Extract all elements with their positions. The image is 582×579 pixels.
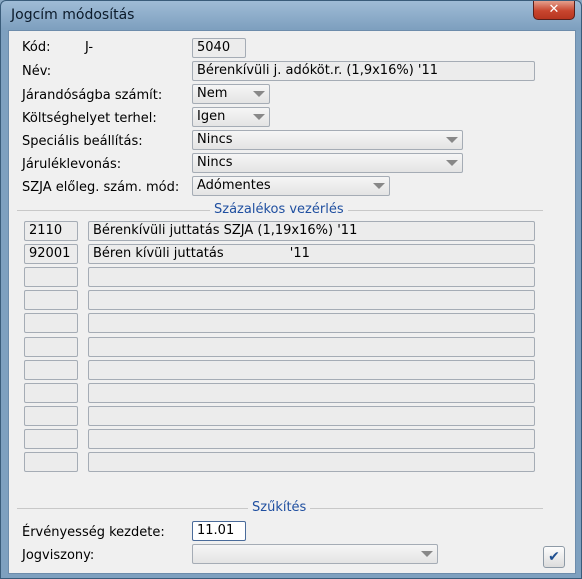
row-name-field[interactable] [88, 290, 535, 310]
row-name-field[interactable]: Bérenkívüli juttatás SZJA (1,19x16%) '11 [88, 221, 535, 241]
row-code-field[interactable] [24, 452, 78, 472]
row-code-field[interactable]: 92001 [24, 244, 78, 264]
row-name-field[interactable] [88, 313, 535, 333]
specialis-value: Nincs [197, 132, 233, 147]
row-name-field[interactable] [88, 337, 535, 357]
jarulek-select[interactable]: Nincs [192, 153, 463, 173]
szazalekos-section-title: Százalékos vezérlés [210, 202, 348, 217]
jarandosag-label: Járandóságba számít: [22, 88, 163, 103]
chevron-down-icon [253, 114, 265, 120]
row-name-field[interactable] [88, 406, 535, 426]
nev-label: Név: [22, 64, 52, 79]
row-code-field[interactable]: 2110 [24, 221, 78, 241]
chevron-down-icon [253, 91, 265, 97]
row-code-field[interactable] [24, 290, 78, 310]
row-code-field[interactable] [24, 337, 78, 357]
row-name-field[interactable] [88, 383, 535, 403]
ok-button[interactable]: ✔ [543, 546, 565, 568]
dialog-client-area: Kód: J- 5040 Név: Bérenkívüli j. adóköt.… [8, 30, 576, 574]
szja-label: SZJA előleg. szám. mód: [22, 180, 180, 195]
checkmark-icon: ✔ [548, 549, 560, 565]
chevron-down-icon [421, 551, 433, 557]
row-name-field[interactable]: Béren kívüli juttatás '11 [88, 244, 535, 264]
koltseghely-label: Költséghelyet terhel: [22, 111, 157, 126]
specialis-label: Speciális beállítás: [22, 134, 143, 149]
row-name-field[interactable] [88, 267, 535, 287]
row-name-field[interactable] [88, 360, 535, 380]
ervenyesseg-label: Érvényesség kezdete: [22, 525, 165, 540]
row-code-field[interactable] [24, 360, 78, 380]
row-code-field[interactable] [24, 406, 78, 426]
chevron-down-icon [446, 160, 458, 166]
row-name-field[interactable] [88, 429, 535, 449]
chevron-down-icon [373, 183, 385, 189]
kod-field[interactable]: 5040 [192, 38, 246, 58]
koltseghely-value: Igen [197, 109, 226, 124]
row-code-field[interactable] [24, 313, 78, 333]
window-title: Jogcím módosítás [11, 7, 135, 23]
szja-value: Adómentes [197, 178, 271, 193]
jogviszony-select[interactable] [192, 544, 438, 564]
szja-select[interactable]: Adómentes [192, 176, 390, 196]
jogviszony-label: Jogviszony: [22, 548, 95, 563]
chevron-down-icon [446, 137, 458, 143]
title-bar[interactable]: Jogcím módosítás ✕ [1, 1, 581, 31]
row-code-field[interactable] [24, 429, 78, 449]
jarulek-value: Nincs [197, 155, 233, 170]
dialog-window: Jogcím módosítás ✕ Kód: J- 5040 Név: Bér… [0, 0, 582, 579]
close-button[interactable]: ✕ [533, 1, 575, 20]
row-name-field[interactable] [88, 452, 535, 472]
jarulek-label: Járuléklevonás: [22, 157, 122, 172]
kod-prefix: J- [85, 40, 94, 55]
specialis-select[interactable]: Nincs [192, 130, 463, 150]
szukites-section-title: Szűkítés [248, 500, 311, 515]
jarandosag-select[interactable]: Nem [192, 84, 270, 104]
koltseghely-select[interactable]: Igen [192, 107, 270, 127]
kod-label: Kód: [22, 40, 51, 55]
nev-field[interactable]: Bérenkívüli j. adóköt.r. (1,9x16%) '11 [192, 61, 535, 81]
row-code-field[interactable] [24, 267, 78, 287]
row-code-field[interactable] [24, 383, 78, 403]
jarandosag-value: Nem [197, 86, 228, 101]
ervenyesseg-input[interactable]: 11.01 [192, 521, 246, 541]
